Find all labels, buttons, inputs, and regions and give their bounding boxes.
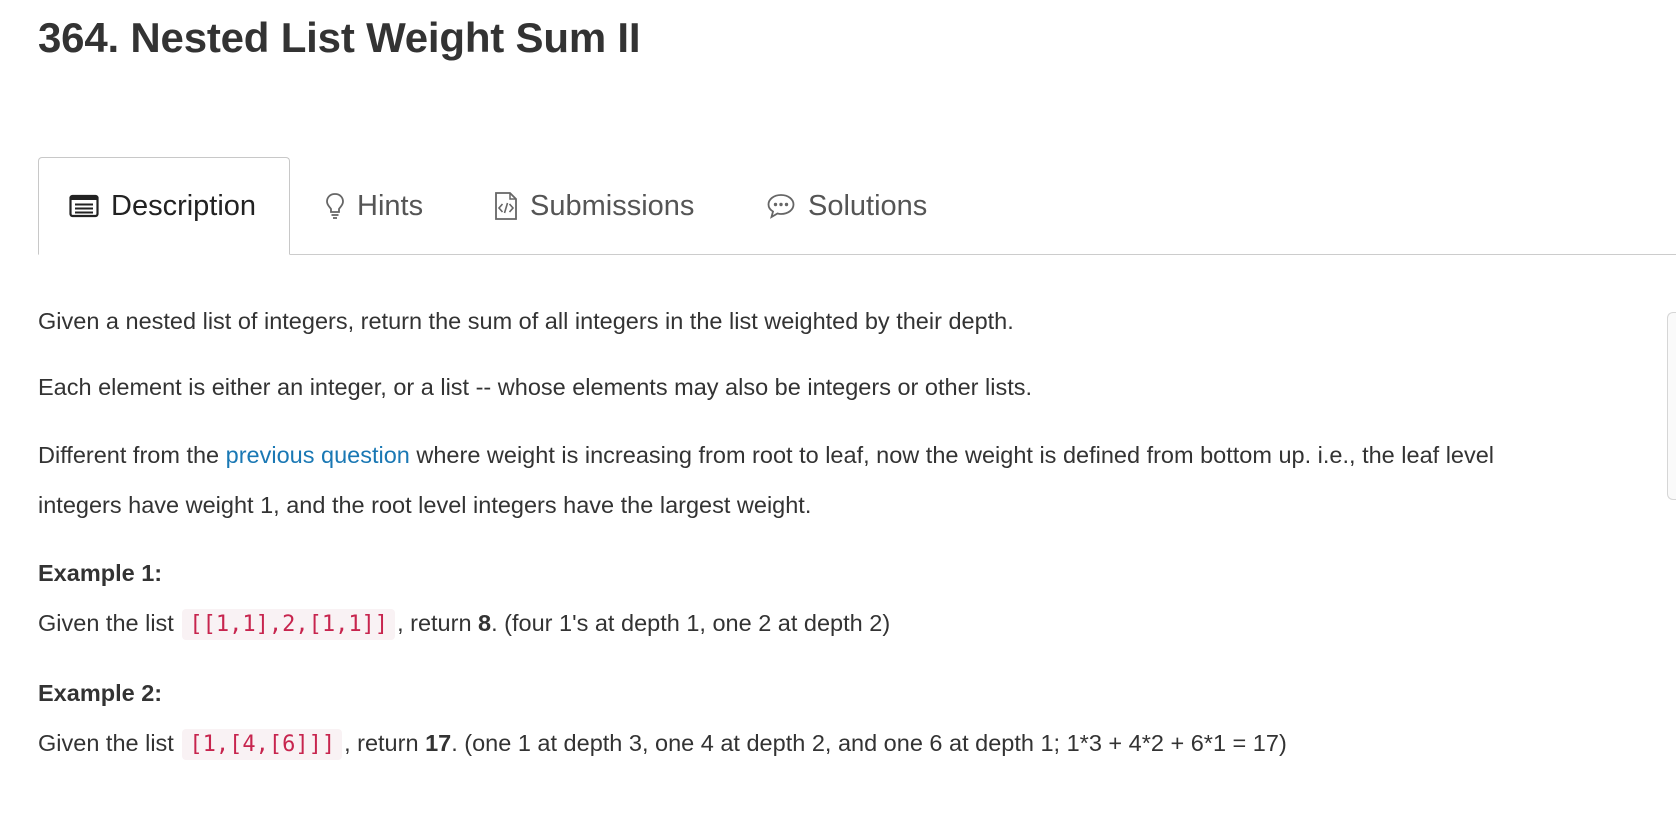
example-1-code: [[1,1],2,[1,1]] [182,609,396,640]
code-file-icon [494,191,518,221]
page-title: 364. Nested List Weight Sum II [38,14,641,61]
tab-description[interactable]: Description [38,157,290,255]
previous-question-link[interactable]: previous question [226,442,410,468]
tab-hints-label: Hints [357,189,424,222]
description-paragraph-1: Given a nested list of integers, return … [38,308,1014,334]
example-1-mid: , return [397,610,479,636]
tab-solutions-label: Solutions [808,189,928,222]
example-1-heading: Example 1: [38,560,163,586]
description-paragraph-2: Each element is either an integer, or a … [38,374,1032,400]
lightbulb-icon [325,192,345,220]
example-1-prefix: Given the list [38,610,181,636]
chat-bubble-icon [766,192,796,220]
tab-submissions[interactable]: Submissions [494,158,694,254]
paragraph-3-text-start: Different from the [38,442,226,468]
tab-submissions-label: Submissions [530,189,695,222]
description-icon [69,194,99,218]
example-2-answer: 17 [425,730,452,756]
example-1-text: Given the list [[1,1],2,[1,1]], return 8… [38,608,890,640]
description-paragraph-3: Different from the previous question whe… [38,440,1494,470]
tab-description-label: Description [111,189,257,222]
scrollbar[interactable] [1667,312,1676,500]
example-2-mid: , return [344,730,426,756]
tab-hints[interactable]: Hints [325,158,423,254]
example-1-suffix: . (four 1's at depth 1, one 2 at depth 2… [491,610,891,636]
example-2-text: Given the list [1,[4,[6]]], return 17. (… [38,728,1287,760]
example-2-suffix: . (one 1 at depth 3, one 4 at depth 2, a… [451,730,1287,756]
example-2-prefix: Given the list [38,730,181,756]
description-paragraph-3-line-2: integers have weight 1, and the root lev… [38,492,812,518]
example-2-heading: Example 2: [38,680,163,706]
tab-solutions[interactable]: Solutions [766,158,927,254]
example-1-answer: 8 [478,610,492,636]
example-2-code: [1,[4,[6]]] [182,729,343,760]
paragraph-3-text-end: where weight is increasing from root to … [409,442,1495,468]
